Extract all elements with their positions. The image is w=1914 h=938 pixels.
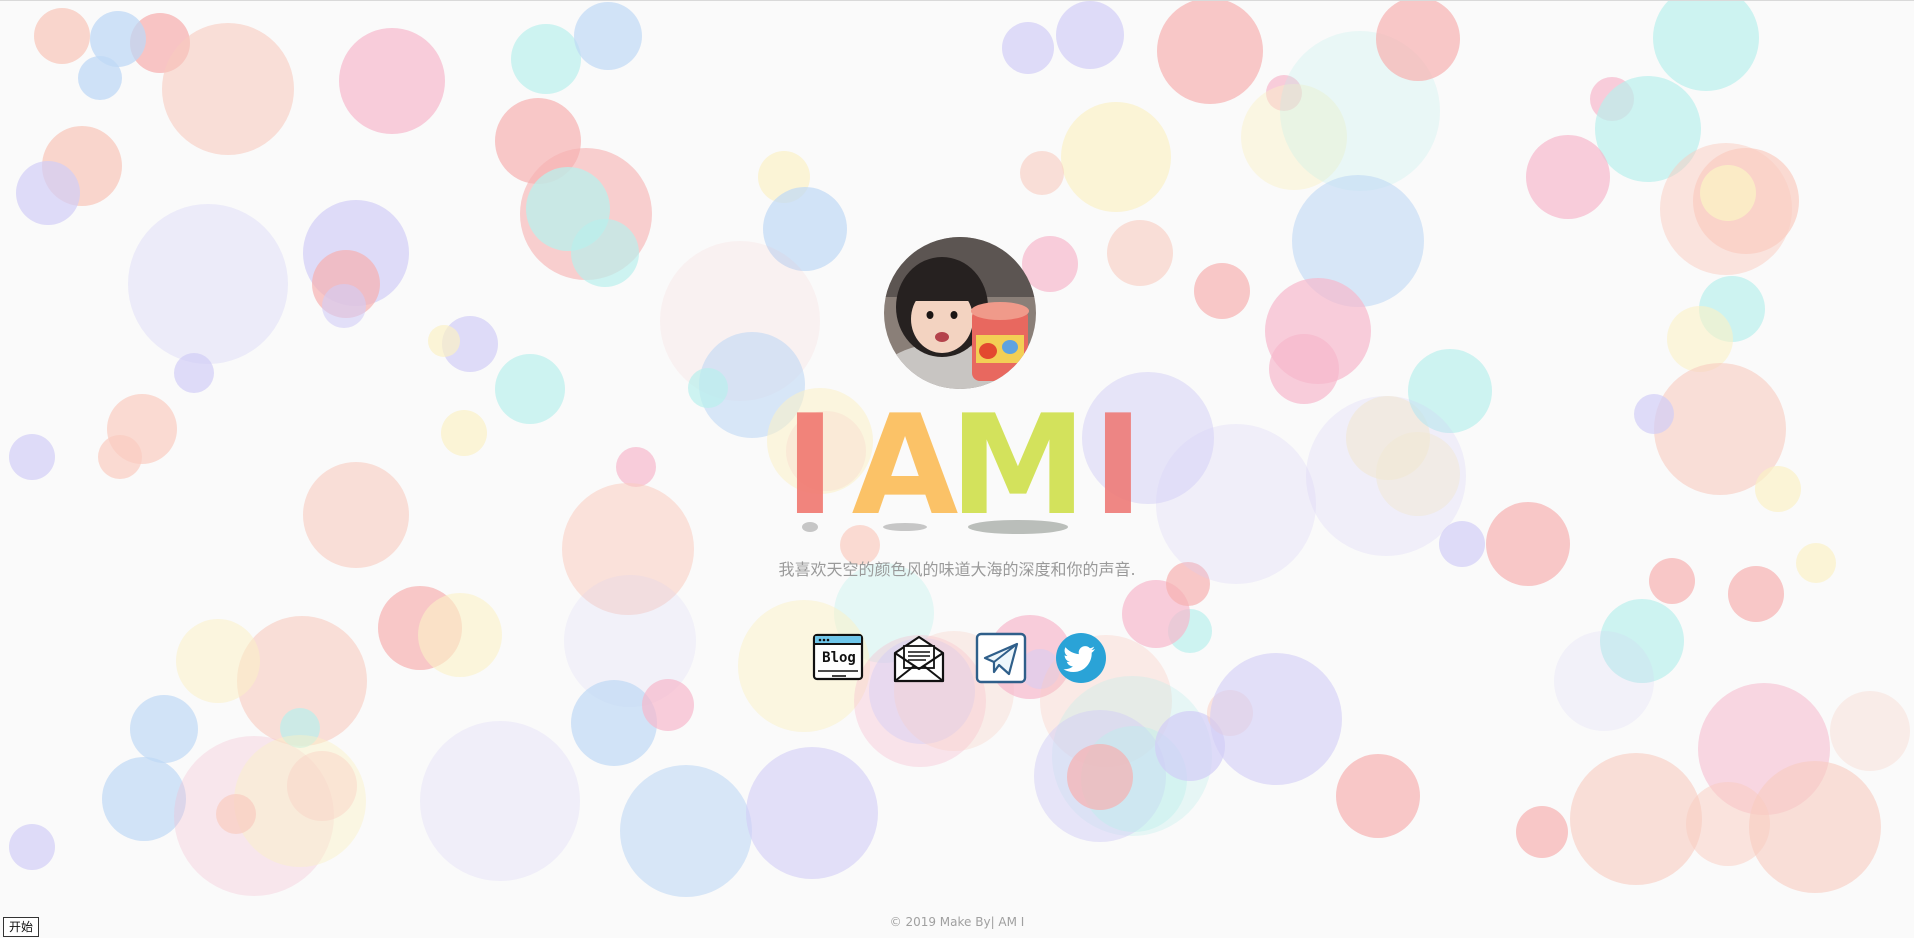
decorative-bubble: [16, 161, 80, 225]
decorative-bubble: [303, 462, 409, 568]
twitter-link[interactable]: [1054, 631, 1108, 685]
decorative-bubble: [176, 619, 260, 703]
decorative-bubble: [1056, 1, 1124, 69]
start-button[interactable]: 开始: [3, 917, 40, 937]
title-letter-2: A: [852, 385, 959, 546]
decorative-bubble: [1700, 165, 1756, 221]
title-letter-4: I: [1092, 385, 1143, 546]
blog-link[interactable]: Blog: [812, 631, 866, 685]
decorative-bubble: [1653, 1, 1759, 91]
decorative-bubble: [1336, 754, 1420, 838]
decorative-bubble: [1269, 334, 1339, 404]
decorative-bubble: [511, 24, 581, 94]
decorative-bubble: [130, 695, 198, 763]
decorative-bubble: [1554, 631, 1654, 731]
decorative-bubble: [1067, 744, 1133, 810]
decorative-bubble: [420, 721, 580, 881]
decorative-bubble: [1634, 394, 1674, 434]
decorative-bubble: [574, 2, 642, 70]
footer-copyright: © 2019 Make By| AM I: [889, 915, 1025, 929]
subtitle: 我喜欢天空的颜色风的味道大海的深度和你的声音.: [778, 560, 1136, 579]
decorative-bubble: [1020, 151, 1064, 195]
decorative-bubble: [616, 447, 656, 487]
decorative-bubble: [1002, 22, 1054, 74]
decorative-bubble: [9, 824, 55, 870]
decorative-bubble: [688, 368, 728, 408]
mail-icon: [893, 635, 945, 683]
decorative-bubble: [102, 757, 186, 841]
decorative-bubble: [162, 23, 294, 155]
decorative-bubble: [1686, 782, 1770, 866]
decorative-bubble: [571, 219, 639, 287]
decorative-bubble: [1526, 135, 1610, 219]
decorative-bubble: [1376, 1, 1460, 81]
decorative-bubble: [428, 325, 460, 357]
decorative-bubble: [34, 8, 90, 64]
page: I A M I 我喜欢天空的颜色风的味道大海的深度和你的声音. Blog © 2…: [0, 0, 1914, 938]
decorative-bubble: [1570, 753, 1702, 885]
decorative-bubble: [78, 56, 122, 100]
decorative-bubble: [1755, 466, 1801, 512]
decorative-bubble: [339, 28, 445, 134]
decorative-bubble: [322, 284, 366, 328]
blog-icon: [812, 633, 864, 681]
mail-link[interactable]: [892, 631, 946, 685]
decorative-bubble: [1157, 1, 1263, 104]
decorative-bubble: [642, 679, 694, 731]
decorative-bubble: [620, 765, 752, 897]
avatar: [884, 237, 1036, 389]
decorative-bubble: [216, 794, 256, 834]
decorative-bubble: [287, 751, 357, 821]
decorative-bubble: [1830, 691, 1910, 771]
title-letter-3: M: [949, 385, 1086, 546]
decorative-bubble: [1210, 653, 1342, 785]
telegram-link[interactable]: [974, 631, 1028, 685]
decorative-bubble: [746, 747, 878, 879]
hero-title: I A M I: [780, 385, 1143, 546]
decorative-bubble: [174, 353, 214, 393]
decorative-bubble: [1061, 102, 1171, 212]
social-links: Blog: [812, 631, 1112, 685]
decorative-bubble: [418, 593, 502, 677]
title-letter-1: I: [784, 385, 835, 546]
twitter-icon: [1056, 633, 1106, 683]
decorative-bubble: [128, 204, 288, 364]
decorative-bubble: [9, 434, 55, 480]
decorative-bubble: [1107, 220, 1173, 286]
decorative-bubble: [495, 354, 565, 424]
decorative-bubble: [98, 435, 142, 479]
telegram-icon: [975, 632, 1027, 684]
decorative-bubble: [1306, 396, 1466, 556]
decorative-bubble: [1516, 806, 1568, 858]
decorative-bubble: [1194, 263, 1250, 319]
decorative-bubble: [441, 410, 487, 456]
